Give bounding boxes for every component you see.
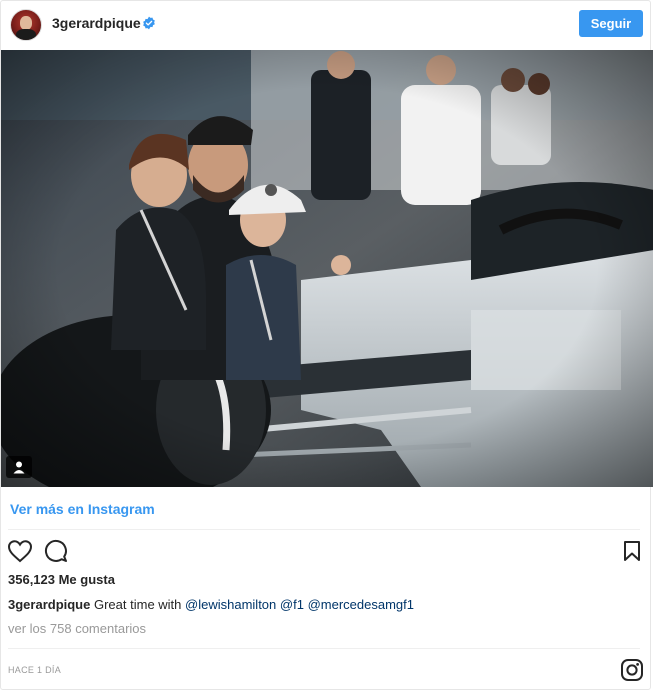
follow-button[interactable]: Seguir: [579, 10, 643, 37]
user-tag-icon: [13, 461, 25, 474]
verified-badge-icon: [143, 16, 155, 30]
view-comments-link[interactable]: ver los 758 comentarios: [8, 621, 146, 636]
caption-username[interactable]: 3gerardpique: [8, 597, 90, 612]
divider: [8, 529, 640, 530]
likes-count[interactable]: 356,123 Me gusta: [8, 572, 115, 587]
post-header: 3gerardpique Seguir: [1, 1, 650, 48]
username-link[interactable]: 3gerardpique: [52, 15, 141, 31]
avatar[interactable]: [10, 9, 42, 41]
user-tag-button[interactable]: [6, 456, 32, 478]
view-more-link[interactable]: Ver más en Instagram: [10, 501, 155, 517]
action-bar: [1, 537, 650, 567]
caption: 3gerardpique Great time with @lewishamil…: [8, 597, 414, 612]
mention-link[interactable]: @mercedesamgf1: [308, 597, 414, 612]
comment-icon[interactable]: [44, 539, 68, 563]
post-photo[interactable]: [1, 50, 653, 487]
avatar-face: [20, 16, 32, 30]
avatar-body: [16, 29, 36, 40]
divider: [8, 648, 640, 649]
caption-text: Great time with: [93, 597, 182, 612]
post-timestamp: HACE 1 DÍA: [8, 665, 62, 675]
instagram-embed: 3gerardpique Seguir Ver más en Instagram…: [0, 0, 653, 690]
mention-link[interactable]: @f1: [280, 597, 304, 612]
mention-link[interactable]: @lewishamilton: [185, 597, 276, 612]
bookmark-icon[interactable]: [623, 540, 641, 562]
instagram-logo-icon[interactable]: [620, 658, 644, 682]
heart-icon[interactable]: [7, 539, 33, 563]
post-photo-illustration: [1, 50, 653, 487]
